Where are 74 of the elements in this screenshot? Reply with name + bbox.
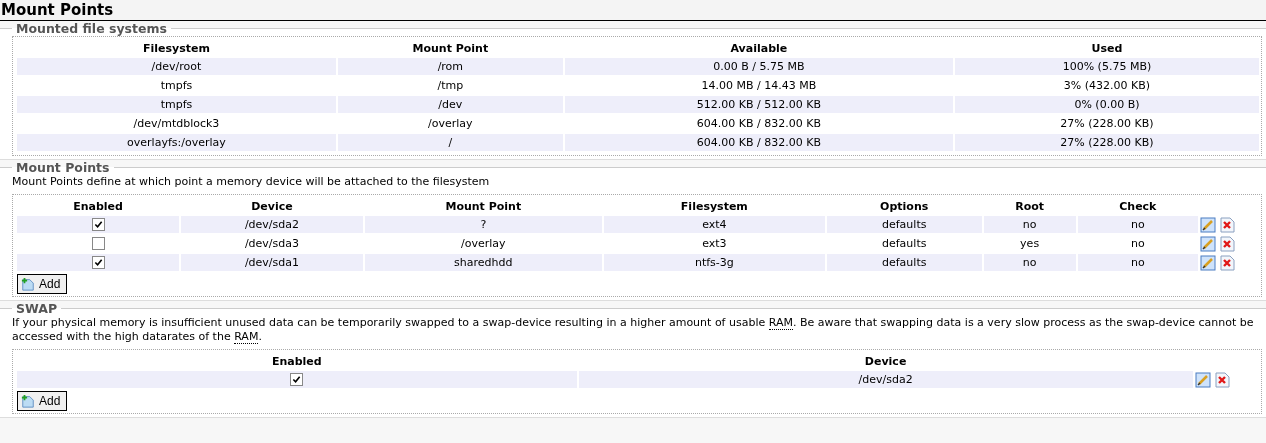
column-header: Mount Point [411, 41, 490, 56]
table-cell: defaults [826, 254, 982, 271]
edit-icon[interactable] [1200, 254, 1216, 271]
column-header: Options [879, 199, 930, 214]
table-cell: tmpfs [17, 96, 336, 113]
table-cell: 0.00 B / 5.75 MB [564, 58, 953, 75]
table-cell-text: no [1130, 236, 1146, 252]
checkbox[interactable] [91, 237, 105, 251]
table-cell: 512.00 KB / 512.00 KB [564, 96, 953, 113]
checkbox[interactable] [91, 256, 105, 270]
table-cell: defaults [826, 216, 982, 233]
table-cell-text: 3% (432.00 KB) [1062, 78, 1152, 94]
column-header: Root [1014, 199, 1046, 214]
table-cell: ? [364, 216, 602, 233]
table-cell-text: 27% (228.00 KB) [1059, 116, 1155, 132]
section-legend: Mount Points [12, 160, 114, 175]
table-cell: 27% (228.00 KB) [954, 134, 1259, 151]
table-cell: ext4 [603, 216, 825, 233]
table-cell: /dev/sda2 [181, 216, 363, 233]
column-header: Filesystem [141, 41, 211, 56]
table-cell: no [983, 254, 1076, 271]
table-cell: /dev/sda1 [181, 254, 363, 271]
table-cell: 604.00 KB / 832.00 KB [564, 134, 953, 151]
delete-icon[interactable] [1213, 371, 1230, 388]
table-cell-text: /tmp [436, 78, 465, 94]
table-cell: no [1077, 254, 1198, 271]
column-header: Enabled [270, 354, 323, 369]
column-header: Check [1118, 199, 1158, 214]
table-cell: 100% (5.75 MB) [954, 58, 1259, 75]
table-cell: overlayfs:/overlay [17, 134, 336, 151]
add-button[interactable]: Add [17, 274, 68, 294]
delete-icon[interactable] [1219, 235, 1235, 252]
table-cell-text: ext3 [701, 236, 728, 252]
column-header: Available [729, 41, 789, 56]
table-cell-text: /overlay [460, 236, 507, 252]
checkbox[interactable] [290, 373, 304, 387]
table-cell: /dev/root [17, 58, 336, 75]
table-cell: /rom [337, 58, 563, 75]
table-cell-text: 604.00 KB / 832.00 KB [695, 116, 822, 132]
checkbox[interactable] [91, 218, 105, 232]
table-cell-text: /dev/mtdblock3 [132, 116, 221, 132]
edit-icon[interactable] [1200, 235, 1216, 252]
column-header: Filesystem [679, 199, 749, 214]
table-cell-text: defaults [881, 236, 928, 252]
delete-icon[interactable] [1219, 254, 1235, 271]
table-cell: no [983, 216, 1076, 233]
column-header: Mount Point [444, 199, 523, 214]
column-header: Device [863, 354, 908, 369]
edit-icon[interactable] [1200, 216, 1216, 233]
table-cell: sharedhdd [364, 254, 602, 271]
column-header: Used [1090, 41, 1124, 56]
table-cell: /dev/sda2 [578, 371, 1193, 388]
add-button[interactable]: Add [17, 391, 68, 411]
table-cell-text: yes [1019, 236, 1041, 252]
section-legend: Mounted file systems [12, 21, 171, 36]
table-cell-text: /dev/sda3 [243, 236, 300, 252]
table-cell: 0% (0.00 B) [954, 96, 1259, 113]
column-header: Device [250, 199, 294, 214]
table-cell-text: 14.00 MB / 14.43 MB [700, 78, 818, 94]
add-icon [21, 394, 35, 408]
table-cell: ntfs-3g [603, 254, 825, 271]
delete-icon[interactable] [1219, 216, 1235, 233]
section-description: Mount Points define at which point a memory device will be attached to the filesystem [12, 175, 491, 190]
add-icon [21, 277, 35, 291]
section-description: If your physical memory is insufficient unused data can be temporarily swapped to a swap-device resulting in a higher amount of usable RAM. Be aware that swapping data is a very slow process as the swap-device cannot be accessed with the high datarates of the RAM. [12, 316, 1255, 346]
table-cell: /dev [337, 96, 563, 113]
edit-icon[interactable] [1194, 371, 1211, 388]
section-legend: SWAP [12, 301, 62, 316]
page-title: Mount Points [0, 0, 1266, 21]
table-cell: / [337, 134, 563, 151]
table-cell: no [1077, 216, 1198, 233]
table-cell-text: /overlay [427, 116, 474, 132]
column-header: Enabled [72, 199, 124, 214]
table-cell-text: tmpfs [159, 78, 194, 94]
